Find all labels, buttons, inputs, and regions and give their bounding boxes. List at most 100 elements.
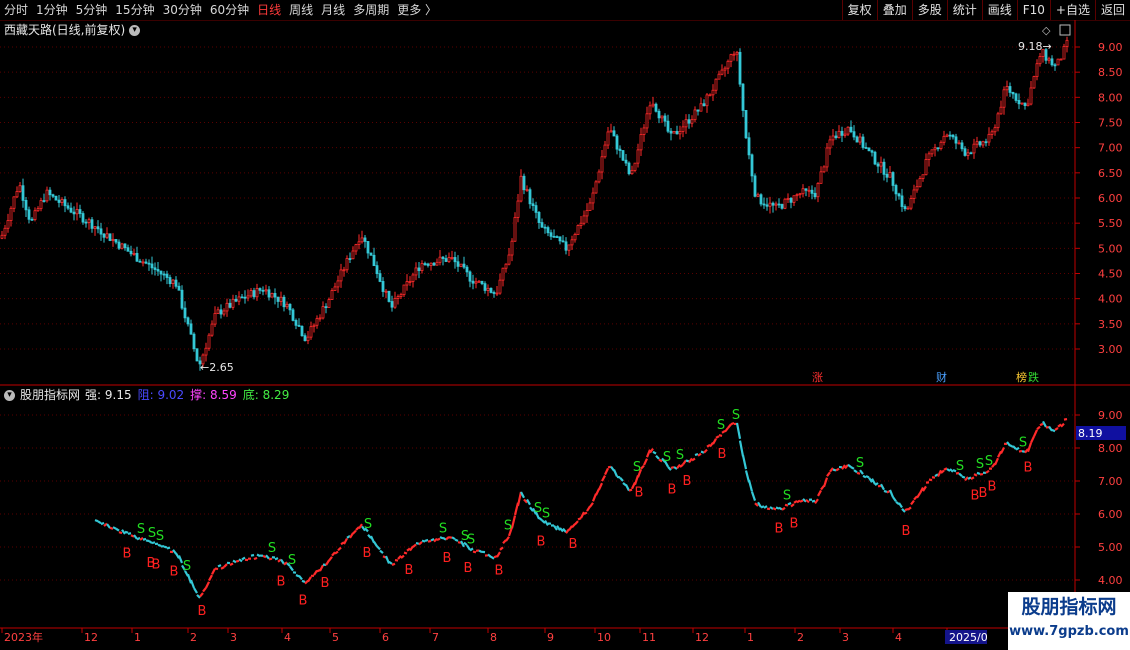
candle-body — [333, 286, 337, 291]
indicator-segment — [883, 489, 888, 493]
candle-body — [108, 233, 112, 241]
panel-toggle-icon — [1059, 24, 1071, 36]
candle-body — [450, 257, 454, 259]
candle-body — [579, 222, 583, 226]
candle-body — [651, 103, 655, 107]
indicator-segment — [655, 455, 660, 460]
candle-body — [999, 106, 1003, 115]
chart-canvas[interactable]: 9.00 8.50 8.00 7.50 7.00 6.50 6.00 5.50 5.00 4.50… — [0, 0, 1130, 650]
candle-body — [180, 289, 184, 309]
indicator-segment — [847, 463, 852, 468]
indicator-segment — [604, 467, 609, 476]
indicator-segment — [118, 531, 123, 535]
indicator-segment — [373, 541, 378, 547]
indicator-segment — [1042, 420, 1047, 428]
indicator-segment — [649, 447, 654, 454]
indicator-segment — [841, 464, 846, 470]
indicator-segment — [970, 476, 975, 480]
indicator-segment — [645, 449, 652, 458]
candle-body — [618, 148, 622, 151]
indicator-segment — [559, 527, 564, 533]
candle-body — [249, 290, 253, 297]
candle-body — [330, 290, 334, 300]
indicator-segment — [772, 507, 777, 511]
candle-body — [858, 136, 862, 143]
indicator-segment — [424, 538, 429, 542]
buy-signal: B — [321, 576, 330, 591]
candle-body — [792, 195, 796, 203]
indicator-segment — [127, 532, 132, 535]
candle-body — [822, 166, 826, 173]
candle-body — [594, 181, 598, 194]
indicator-segment — [850, 466, 855, 470]
event-marker-2: 榜 — [1016, 370, 1027, 384]
candle-body — [711, 89, 715, 96]
candle-body — [741, 83, 745, 111]
indicator-segment — [961, 475, 966, 479]
candle-body — [690, 119, 694, 124]
indicator-segment — [208, 574, 213, 582]
indicator-segment — [439, 536, 444, 540]
candle-body — [915, 186, 919, 191]
candle-body — [942, 135, 946, 143]
buy-signal: B — [683, 474, 692, 489]
sell-signal: S — [783, 489, 791, 504]
indicator-line — [94, 418, 1068, 599]
indicator-segment — [112, 526, 117, 530]
indicator-segment — [1018, 449, 1023, 453]
candle-body — [12, 196, 16, 209]
indicator-segment — [715, 435, 720, 439]
candle-body — [96, 226, 100, 230]
indicator-segment — [1006, 441, 1011, 447]
indicator-segment — [94, 519, 99, 523]
candle-body — [255, 288, 259, 298]
indicator-segment — [667, 466, 672, 471]
buy-signal: B — [979, 486, 988, 501]
sell-signal: S — [663, 450, 671, 465]
chevron-down-icon[interactable]: ▾ — [4, 389, 15, 401]
candle-body — [831, 135, 835, 141]
candle-body — [906, 207, 910, 210]
candle-body — [438, 256, 442, 263]
main-y-tick-label: 6.50 — [1098, 167, 1123, 180]
buy-signal: B — [123, 547, 132, 562]
indicator-segment — [229, 562, 234, 567]
candle-body — [762, 203, 766, 206]
ind-y-tick-label: 7.00 — [1098, 475, 1123, 488]
indicator-segment — [985, 469, 990, 474]
candle-body — [1005, 86, 1009, 91]
candle-body — [963, 148, 967, 156]
time-label-15: 2 — [797, 631, 804, 644]
candle-body — [453, 257, 457, 263]
indicator-segment — [1063, 418, 1068, 421]
candle-body — [42, 200, 46, 202]
candle-body — [336, 280, 340, 288]
candle-body — [522, 175, 526, 191]
candle-body — [480, 280, 484, 285]
indicator-segment — [763, 505, 768, 509]
candle-body — [558, 236, 562, 242]
candle-body — [759, 194, 763, 205]
candle-body — [393, 298, 397, 308]
indicator-segment — [436, 537, 441, 541]
main-y-tick-label: 7.50 — [1098, 117, 1123, 130]
sell-signal: S — [676, 448, 684, 463]
indicator-segment — [148, 539, 153, 545]
indicator-segment — [910, 499, 915, 506]
candle-body — [723, 67, 727, 71]
candle-body — [819, 171, 823, 184]
main-candles — [0, 36, 1069, 371]
indicator-segment — [328, 556, 333, 562]
buy-signal: B — [198, 604, 207, 619]
candle-body — [459, 263, 463, 267]
sell-signal: S — [288, 553, 296, 568]
indicator-segment — [741, 455, 748, 470]
indicator-segment — [166, 546, 171, 550]
candle-body — [753, 175, 757, 197]
indicator-segment — [1026, 442, 1033, 453]
candle-body — [432, 262, 436, 266]
ind-y-tick-label: 5.00 — [1098, 541, 1123, 554]
candle-body — [981, 141, 985, 146]
indicator-segment — [724, 427, 729, 433]
candle-body — [921, 174, 925, 179]
